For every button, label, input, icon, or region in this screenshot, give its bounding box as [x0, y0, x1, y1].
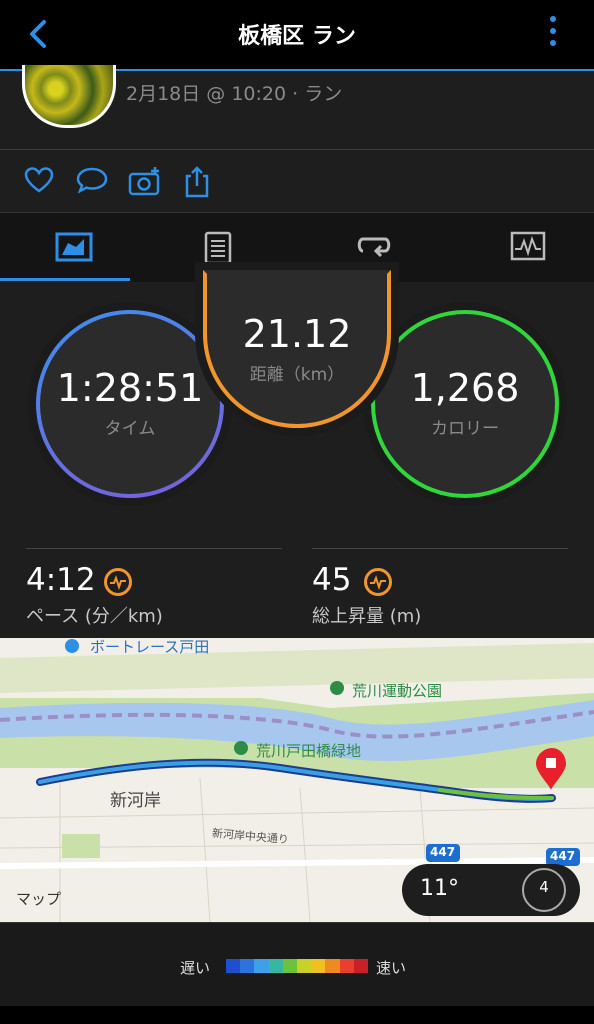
more-options-icon[interactable] [548, 16, 558, 56]
details-list-icon [204, 231, 232, 265]
legend-color-swatch [226, 959, 241, 973]
calories-label: カロリー [431, 419, 499, 439]
social-actions [0, 150, 594, 212]
top-bar: 板橋区 ラン [0, 0, 594, 71]
wind-dial-icon: 4 [522, 868, 566, 912]
selected-tab-indicator [0, 278, 130, 281]
page-title: 板橋区 ラン [238, 24, 356, 49]
legend-color-swatch [240, 959, 255, 973]
legend-color-swatch [311, 959, 326, 973]
bottom-bar [0, 1006, 594, 1024]
pace-label: ペース (分／km) [26, 606, 163, 627]
legend-color-swatch [268, 959, 283, 973]
legend-slow-label: 遅い [180, 959, 211, 977]
distance-value: 21.12 [242, 312, 352, 356]
wind-value: 4 [539, 878, 549, 896]
maps-text: マップ [16, 890, 62, 908]
divider [312, 548, 568, 549]
temperature-value: 11° [420, 876, 459, 901]
legend-color-swatch [339, 959, 354, 973]
graph-icon [510, 231, 546, 261]
distance-label: 距離（km） [249, 365, 345, 385]
activity-header: 2月18日 @ 10:20 · ラン [0, 65, 594, 149]
map-label-boatrace: ボートレース戸田 [90, 638, 210, 656]
time-value: 1:28:51 [56, 366, 204, 410]
legend-color-swatch [254, 959, 269, 973]
map-label-district: 新河岸 [110, 791, 161, 811]
calories-value: 1,268 [410, 366, 520, 410]
ascent-label: 総上昇量 (m) [312, 606, 422, 627]
distance-circle: 21.12 距離（km） [203, 270, 391, 428]
activity-datetime: 2月18日 @ 10:20 · ラン [126, 83, 343, 105]
apple-maps-credit: マップ [16, 888, 61, 909]
heart-icon[interactable] [24, 166, 54, 194]
route-map[interactable]: ボートレース戸田 荒川運動公園 荒川戸田橋緑地 新河岸 新河岸中央通り 447 … [0, 638, 594, 922]
comment-icon[interactable] [76, 166, 108, 194]
ascent-value: 45 [312, 562, 352, 598]
summary-chart-icon [55, 232, 93, 262]
activity-pulse-icon[interactable] [364, 568, 392, 596]
legend-fast-label: 速い [376, 959, 407, 977]
share-icon[interactable] [184, 166, 210, 198]
legend-color-swatch [297, 959, 312, 973]
pace-value: 4:12 [26, 562, 96, 598]
map-label-park: 荒川戸田橋緑地 [256, 742, 362, 760]
tab-summary[interactable] [0, 213, 148, 281]
map-label-park: 荒川運動公園 [352, 682, 443, 700]
time-circle: 1:28:51 タイム [36, 310, 224, 498]
time-label: タイム [104, 419, 156, 439]
legend-color-swatch [282, 959, 298, 973]
calories-circle: 1,268 カロリー [371, 310, 559, 498]
laps-icon [357, 237, 391, 258]
divider [26, 548, 282, 549]
route-shield: 447 [550, 849, 576, 863]
route-shield: 447 [430, 845, 456, 859]
pace-legend: 遅い 速い [0, 922, 594, 1007]
legend-color-swatch [353, 959, 369, 973]
tab-graphs[interactable] [454, 213, 594, 281]
legend-color-swatch [325, 959, 340, 973]
activity-photo[interactable] [22, 65, 116, 128]
stats-panel: 1:28:51 タイム 1,268 カロリー 21.12 距離（km） 4:12… [0, 270, 594, 638]
pace-color-scale [226, 959, 369, 973]
weather-pill[interactable]: 11° 4 [402, 864, 580, 916]
activity-pulse-icon[interactable] [104, 568, 132, 596]
camera-add-icon[interactable] [128, 166, 162, 196]
